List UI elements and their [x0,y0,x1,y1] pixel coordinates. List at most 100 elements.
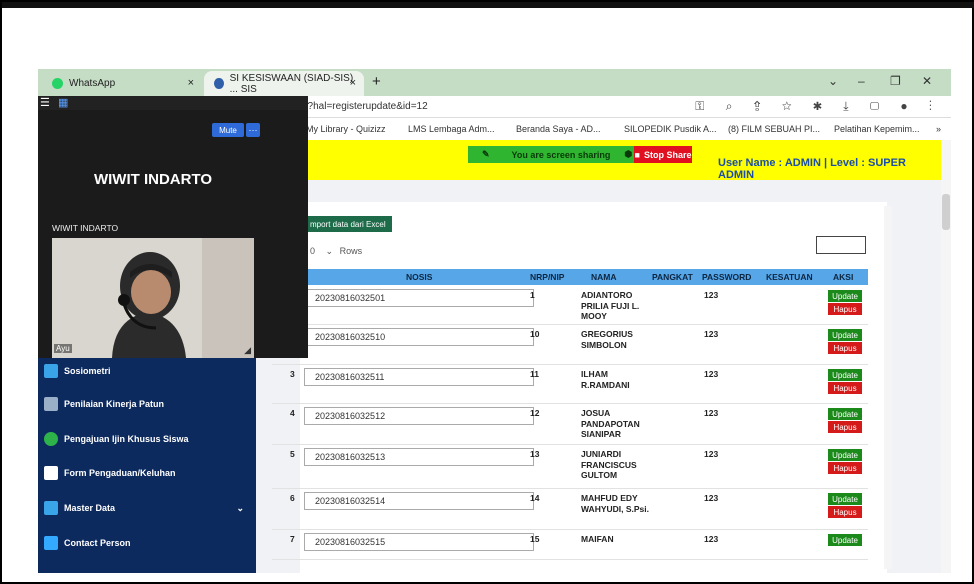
nrp-cell: 15 [530,534,540,544]
minimize-button[interactable]: – [858,74,865,88]
sidebar: Sosiometri Penilaian Kinerja Patun Penga… [38,357,256,573]
stop-icon: ■ [634,149,640,160]
column-header[interactable]: PANGKAT [652,272,693,282]
maximize-button[interactable]: ❐ [890,74,901,88]
nrp-cell: 11 [530,369,539,379]
password-cell: 123 [704,329,719,339]
update-button[interactable]: Update [828,449,862,461]
column-header[interactable]: KESATUAN [766,272,813,282]
name-cell: MAHFUD EDY WAHYUDI, S.Psi. [581,493,650,514]
close-icon[interactable]: × [188,77,194,89]
nosis-input[interactable]: 20230816032512 [304,407,534,425]
sidebar-item-contact[interactable]: Contact Person [44,533,131,553]
bookmark-item[interactable]: SILOPEDIK Pusdik A... [624,124,717,134]
name-cell: GREGORIUS SIMBOLON [581,329,633,350]
column-header[interactable]: NRP/NIP [530,272,564,282]
user-info: User Name : ADMIN | Level : SUPER ADMIN [718,157,906,181]
tab-whatsapp[interactable]: WhatsApp × [42,71,202,96]
update-button[interactable]: Update [828,493,862,505]
phone-icon [44,536,58,550]
sidebar-item-label: Pengajuan Ijin Khusus Siswa [64,434,189,444]
delete-button[interactable]: Hapus [828,303,862,315]
bookmarks-more[interactable]: » [936,124,941,134]
import-excel-button[interactable]: mport data dari Excel [306,216,392,232]
tab-sikesiswaan[interactable]: SI KESISWAAN (SIAD-SIS) ... SIS × [204,71,364,96]
search-input[interactable] [816,236,866,254]
bookmark-item[interactable]: (8) FILM SEBUAH PI... [728,124,820,134]
scrollbar-thumb[interactable] [942,194,950,230]
sidebar-item-label: Penilaian Kinerja Patun [64,399,165,409]
bookmark-item[interactable]: LMS Lembaga Adm... [408,124,495,134]
column-header[interactable]: AKSI [833,272,853,282]
nosis-input[interactable]: 20230816032511 [304,368,534,386]
row-number: 6 [290,493,295,503]
new-tab-button[interactable]: + [372,73,381,90]
grid-icon[interactable]: ▦ [58,96,68,109]
menu-icon[interactable]: ☰ [40,96,50,109]
tab-label: SI KESISWAAN (SIAD-SIS) ... SIS [229,72,354,95]
row-number: 7 [290,534,295,544]
mute-button[interactable]: Mute [212,123,244,137]
delete-button[interactable]: Hapus [828,421,862,433]
sidebar-item-penilaian[interactable]: Penilaian Kinerja Patun [44,394,164,414]
nosis-input[interactable]: 20230816032513 [304,448,534,466]
chevron-down-icon: ⌄ [236,502,244,513]
nosis-input[interactable]: 20230816032514 [304,492,534,510]
nosis-input[interactable]: 20230816032501 [304,289,534,307]
nrp-cell: 12 [530,408,540,418]
sidebar-item-sosiometri[interactable]: Sosiometri [44,361,111,381]
table-row: 3 20230816032511 11 ILHAM R.RAMDANI 123 Updat… [272,365,868,404]
close-window-button[interactable]: ✕ [922,74,932,88]
column-header[interactable]: NOSIS [406,272,432,282]
name-cell: MAIFAN [581,534,614,544]
url-text[interactable]: p?hal=registerupdate&id=12 [302,101,428,112]
database-icon [44,501,58,515]
nrp-cell: 10 [530,329,540,339]
page-scrollbar[interactable] [941,140,951,573]
nrp-cell: 14 [530,493,540,503]
tab-search-icon[interactable]: ⌄ [828,74,838,88]
browser-tab-strip: WhatsApp × SI KESISWAAN (SIAD-SIS) ... S… [38,69,951,96]
update-button[interactable]: Update [828,290,862,302]
nosis-input[interactable]: 20230816032515 [304,533,534,551]
more-button[interactable]: ··· [246,123,260,137]
password-cell: 123 [704,369,719,379]
sidebar-item-label: Sosiometri [64,366,111,376]
stop-share-button[interactable]: ■ Stop Share [634,146,692,163]
delete-button[interactable]: Hapus [828,382,862,394]
column-header[interactable]: NAMA [591,272,617,282]
table-row: 6 20230816032514 14 MAHFUD EDY WAHYUDI, S.P… [272,489,868,530]
sidebar-item-pengaduan[interactable]: Form Pengaduan/Keluhan [44,463,176,483]
participant-video: Ayu ◢ [52,238,254,358]
people-icon [44,364,58,378]
nrp-cell: 1 [530,290,535,300]
bookmark-item[interactable]: Pelatihan Kepemim... [834,124,920,134]
form-icon [44,466,58,480]
check-icon [44,432,58,446]
bookmark-item[interactable]: Beranda Saya - AD... [516,124,601,134]
video-call-panel: ☰ ▦ Mute ··· WIWIT INDARTO WIWIT INDARTO [38,96,308,358]
participant-label: WIWIT INDARTO [52,223,119,233]
delete-button[interactable]: Hapus [828,462,862,474]
delete-button[interactable]: Hapus [828,342,862,354]
toolbar-icons[interactable]: ⚿ ⌕ ⇪ ☆ ✱ ⤓ ▢ ● ⋮ [695,99,941,114]
table-scrollbar[interactable] [884,206,892,569]
table-row: 20230816032510 10 GREGORIUS SIMBOLON 123 Upd… [272,325,868,365]
bookmark-item[interactable]: My Library - Quizizz [306,124,386,134]
nosis-input[interactable]: 20230816032510 [304,328,534,346]
close-icon[interactable]: × [350,77,356,89]
delete-button[interactable]: Hapus [828,506,862,518]
update-button[interactable]: Update [828,329,862,341]
resize-handle-icon[interactable]: ◢ [244,345,251,356]
update-button[interactable]: Update [828,369,862,381]
phone-icon: ✎ [482,149,490,159]
video-call-toolbar: ☰ ▦ [38,96,308,110]
sidebar-item-pengajuan[interactable]: Pengajuan Ijin Khusus Siswa [44,429,189,449]
update-button[interactable]: Update [828,408,862,420]
sidebar-item-master-data[interactable]: Master Data ⌄ [44,498,250,518]
rows-prefix: 0 [310,246,316,256]
rows-selector[interactable]: 0 ⌄ Rows [310,246,362,257]
update-button[interactable]: Update [828,534,862,546]
column-header[interactable]: PASSWORD [702,272,751,282]
screenshot: WhatsApp × SI KESISWAAN (SIAD-SIS) ... S… [38,69,951,573]
